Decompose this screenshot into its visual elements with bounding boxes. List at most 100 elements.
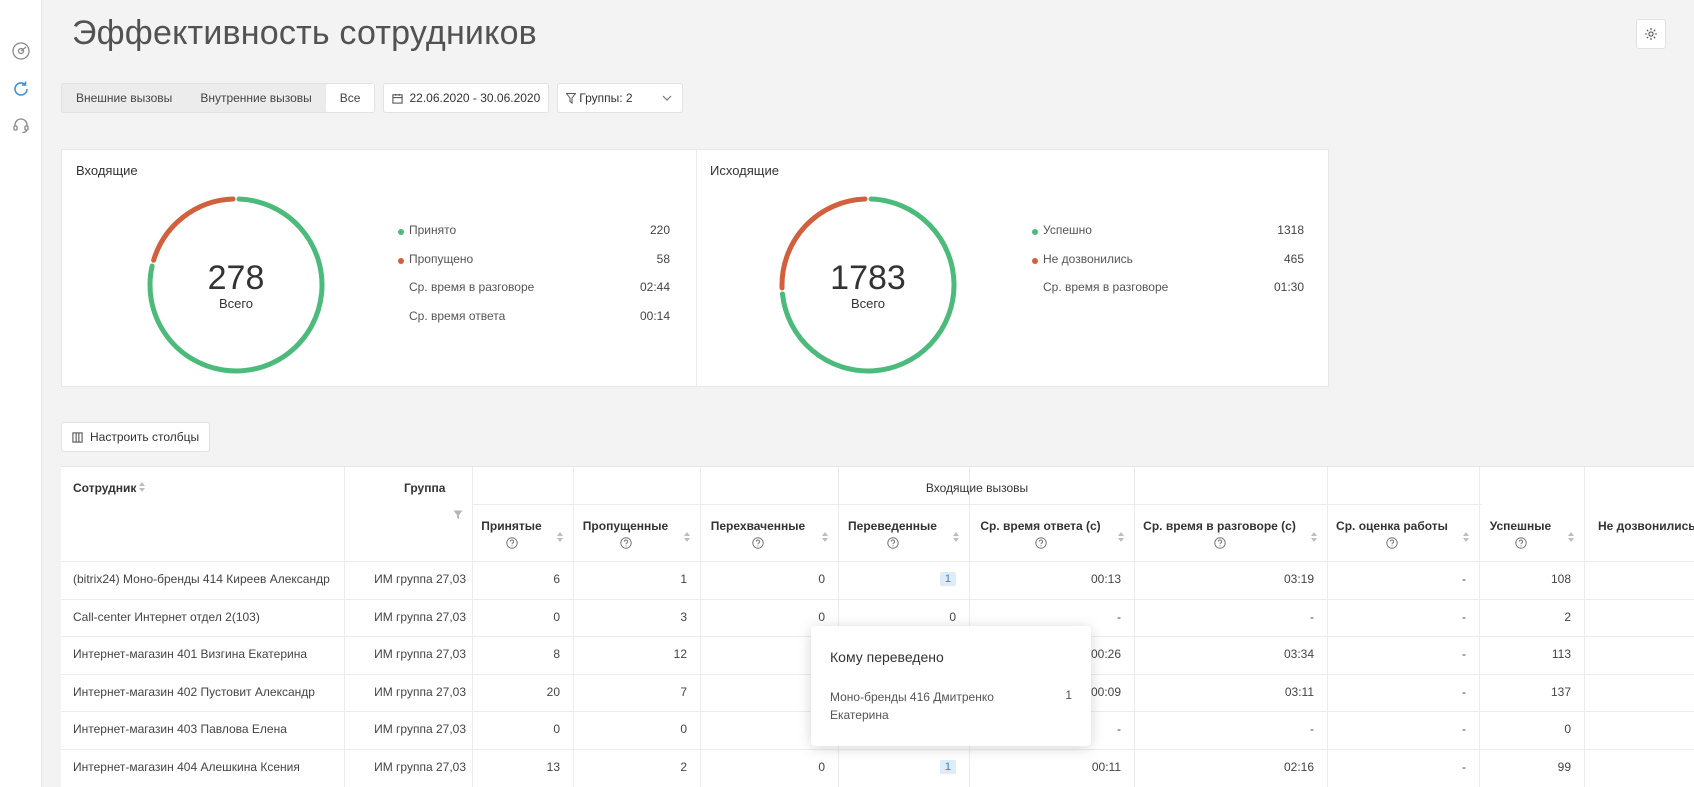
- cell-missed: 2: [680, 759, 687, 774]
- groups-filter-select[interactable]: Группы: 2: [557, 83, 684, 113]
- outgoing-total: 1783: [830, 258, 906, 297]
- popover-item-name: Моно-бренды 416 Дмитренко Екатерина: [830, 690, 994, 722]
- sort-icon[interactable]: [952, 531, 960, 543]
- popover-item-count: 1: [1065, 688, 1072, 702]
- cell-avg_talk: 03:19: [1283, 572, 1314, 586]
- filter-toolbar: Внешние вызовы Внутренние вызовы Все 22.…: [61, 83, 684, 113]
- settings-button[interactable]: [1636, 19, 1666, 49]
- sort-icon[interactable]: [683, 531, 691, 543]
- cell-successful: 2: [1564, 609, 1571, 624]
- cell-avg_answer: -: [1117, 722, 1121, 736]
- table-row-divider: [61, 748, 1694, 750]
- help-icon[interactable]: [505, 537, 518, 549]
- cell-transferred-badge[interactable]: 1: [939, 571, 956, 586]
- cell-missed: 12: [673, 647, 687, 661]
- cell-employee[interactable]: Интернет-магазин 402 Пустовит Александр: [73, 685, 315, 699]
- filter-icon: [566, 92, 577, 104]
- sort-icon[interactable]: [1462, 531, 1470, 543]
- cell-group: ИМ группа 27,03: [374, 684, 466, 699]
- cell-rating: -: [1462, 647, 1466, 661]
- table-column-divider: [1134, 467, 1135, 787]
- cell-employee[interactable]: Call-center Интернет отдел 2(103): [73, 610, 260, 624]
- cell-successful: 113: [1551, 647, 1571, 661]
- chevron-down-icon: [662, 95, 672, 101]
- cell-avg_talk: 02:16: [1283, 759, 1314, 774]
- call-type-tabs: Внешние вызовы Внутренние вызовы Все: [61, 83, 376, 113]
- page-title: Эффективность сотрудников: [72, 14, 537, 52]
- legend-label: Ср. время в разговоре: [1043, 280, 1169, 294]
- cell-transferred: 0: [949, 609, 956, 624]
- sort-icon[interactable]: [1310, 531, 1318, 543]
- cell-accepted: 0: [553, 609, 560, 624]
- cell-successful: 0: [1564, 722, 1571, 736]
- help-icon[interactable]: [1514, 537, 1527, 549]
- help-icon[interactable]: [1213, 537, 1226, 549]
- date-range-picker[interactable]: 22.06.2020 - 30.06.2020: [383, 83, 550, 113]
- cell-avg_talk: -: [1310, 722, 1314, 736]
- sort-icon[interactable]: [821, 531, 829, 543]
- help-icon[interactable]: [1034, 537, 1047, 549]
- headset-icon[interactable]: [11, 115, 31, 135]
- cell-intercepted: 0: [818, 572, 825, 586]
- incoming-legend: Принято 220 Пропущено 58 Ср. время в раз…: [398, 223, 670, 337]
- tab-all-calls[interactable]: Все: [325, 84, 375, 112]
- cell-avg_answer: 00:09: [1090, 684, 1121, 699]
- transferred-count[interactable]: 1: [939, 572, 956, 586]
- accepted-dot: [398, 229, 404, 235]
- cell-intercepted: 0: [818, 609, 825, 624]
- tab-external-calls[interactable]: Внешние вызовы: [62, 84, 186, 112]
- header-metric-2[interactable]: Перехваченные: [700, 519, 816, 533]
- header-metric-0[interactable]: Принятые: [472, 519, 551, 533]
- cell-employee[interactable]: Интернет-магазин 403 Павлова Елена: [73, 722, 287, 736]
- help-icon[interactable]: [886, 537, 899, 549]
- header-metric-5[interactable]: Ср. время в разговоре (с): [1134, 519, 1305, 533]
- cell-missed: 1: [680, 572, 687, 586]
- header-employee[interactable]: Сотрудник: [73, 481, 136, 495]
- sort-icon[interactable]: [1567, 531, 1575, 543]
- help-icon[interactable]: [619, 537, 632, 549]
- configure-columns-button[interactable]: Настроить столбцы: [61, 422, 211, 452]
- outgoing-title: Исходящие: [710, 163, 779, 178]
- call-stats-card: Входящие 278 Всего Принято 220 Пропущено…: [61, 149, 1329, 387]
- help-icon[interactable]: [1386, 537, 1398, 549]
- cell-transferred-badge[interactable]: 1: [939, 759, 956, 774]
- table-header-divider: [472, 504, 1482, 505]
- help-icon[interactable]: [752, 537, 764, 549]
- table-column-divider: [472, 467, 473, 787]
- header-metric-4[interactable]: Ср. время ответа (с): [969, 519, 1112, 533]
- legend-value: 465: [1283, 251, 1304, 266]
- legend-label: Принято: [409, 223, 457, 237]
- header-incoming-calls: Входящие вызовы: [925, 481, 1029, 495]
- header-group[interactable]: Группа: [404, 481, 445, 495]
- cell-employee[interactable]: Интернет-магазин 401 Визгина Екатерина: [73, 647, 307, 661]
- sort-icon[interactable]: [138, 481, 146, 493]
- sort-icon[interactable]: [1117, 531, 1125, 543]
- header-metric-1[interactable]: Пропущенные: [573, 519, 678, 533]
- cell-rating: -: [1462, 684, 1466, 699]
- cell-accepted: 8: [553, 647, 560, 661]
- cell-group: ИМ группа 27,03: [374, 572, 466, 586]
- cell-employee[interactable]: (bitrix24) Моно-бренды 414 Киреев Алекса…: [73, 572, 330, 586]
- header-metric-3[interactable]: Переведенные: [838, 519, 947, 533]
- incoming-total: 278: [207, 258, 265, 297]
- cell-avg_answer: 00:13: [1090, 572, 1121, 586]
- dashboard-icon[interactable]: [11, 41, 31, 61]
- failed-dot: [1032, 257, 1038, 264]
- tab-internal-calls[interactable]: Внутренние вызовы: [186, 84, 325, 112]
- date-range-value: 22.06.2020 - 30.06.2020: [409, 91, 541, 105]
- cell-group: ИМ группа 27,03: [374, 722, 466, 736]
- cell-employee[interactable]: Интернет-магазин 404 Алешкина Ксения: [73, 760, 300, 774]
- sort-icon[interactable]: [556, 531, 564, 543]
- header-metric-6[interactable]: Ср. оценка работы: [1327, 519, 1457, 533]
- refresh-icon[interactable]: [11, 79, 31, 99]
- legend-value: 220: [649, 223, 670, 237]
- header-metric-7[interactable]: Успешные: [1479, 519, 1562, 533]
- header-metric-8[interactable]: Не дозвонились: [1584, 519, 1694, 533]
- group-filter-icon[interactable]: [453, 510, 463, 520]
- transferred-count[interactable]: 1: [939, 759, 956, 774]
- legend-item: Успешно 1318: [1032, 223, 1304, 252]
- cell-avg_talk: 03:11: [1284, 684, 1314, 699]
- successful-dot: [1032, 229, 1038, 235]
- cell-avg_answer: 00:11: [1091, 759, 1121, 774]
- cell-intercepted: 0: [818, 759, 825, 774]
